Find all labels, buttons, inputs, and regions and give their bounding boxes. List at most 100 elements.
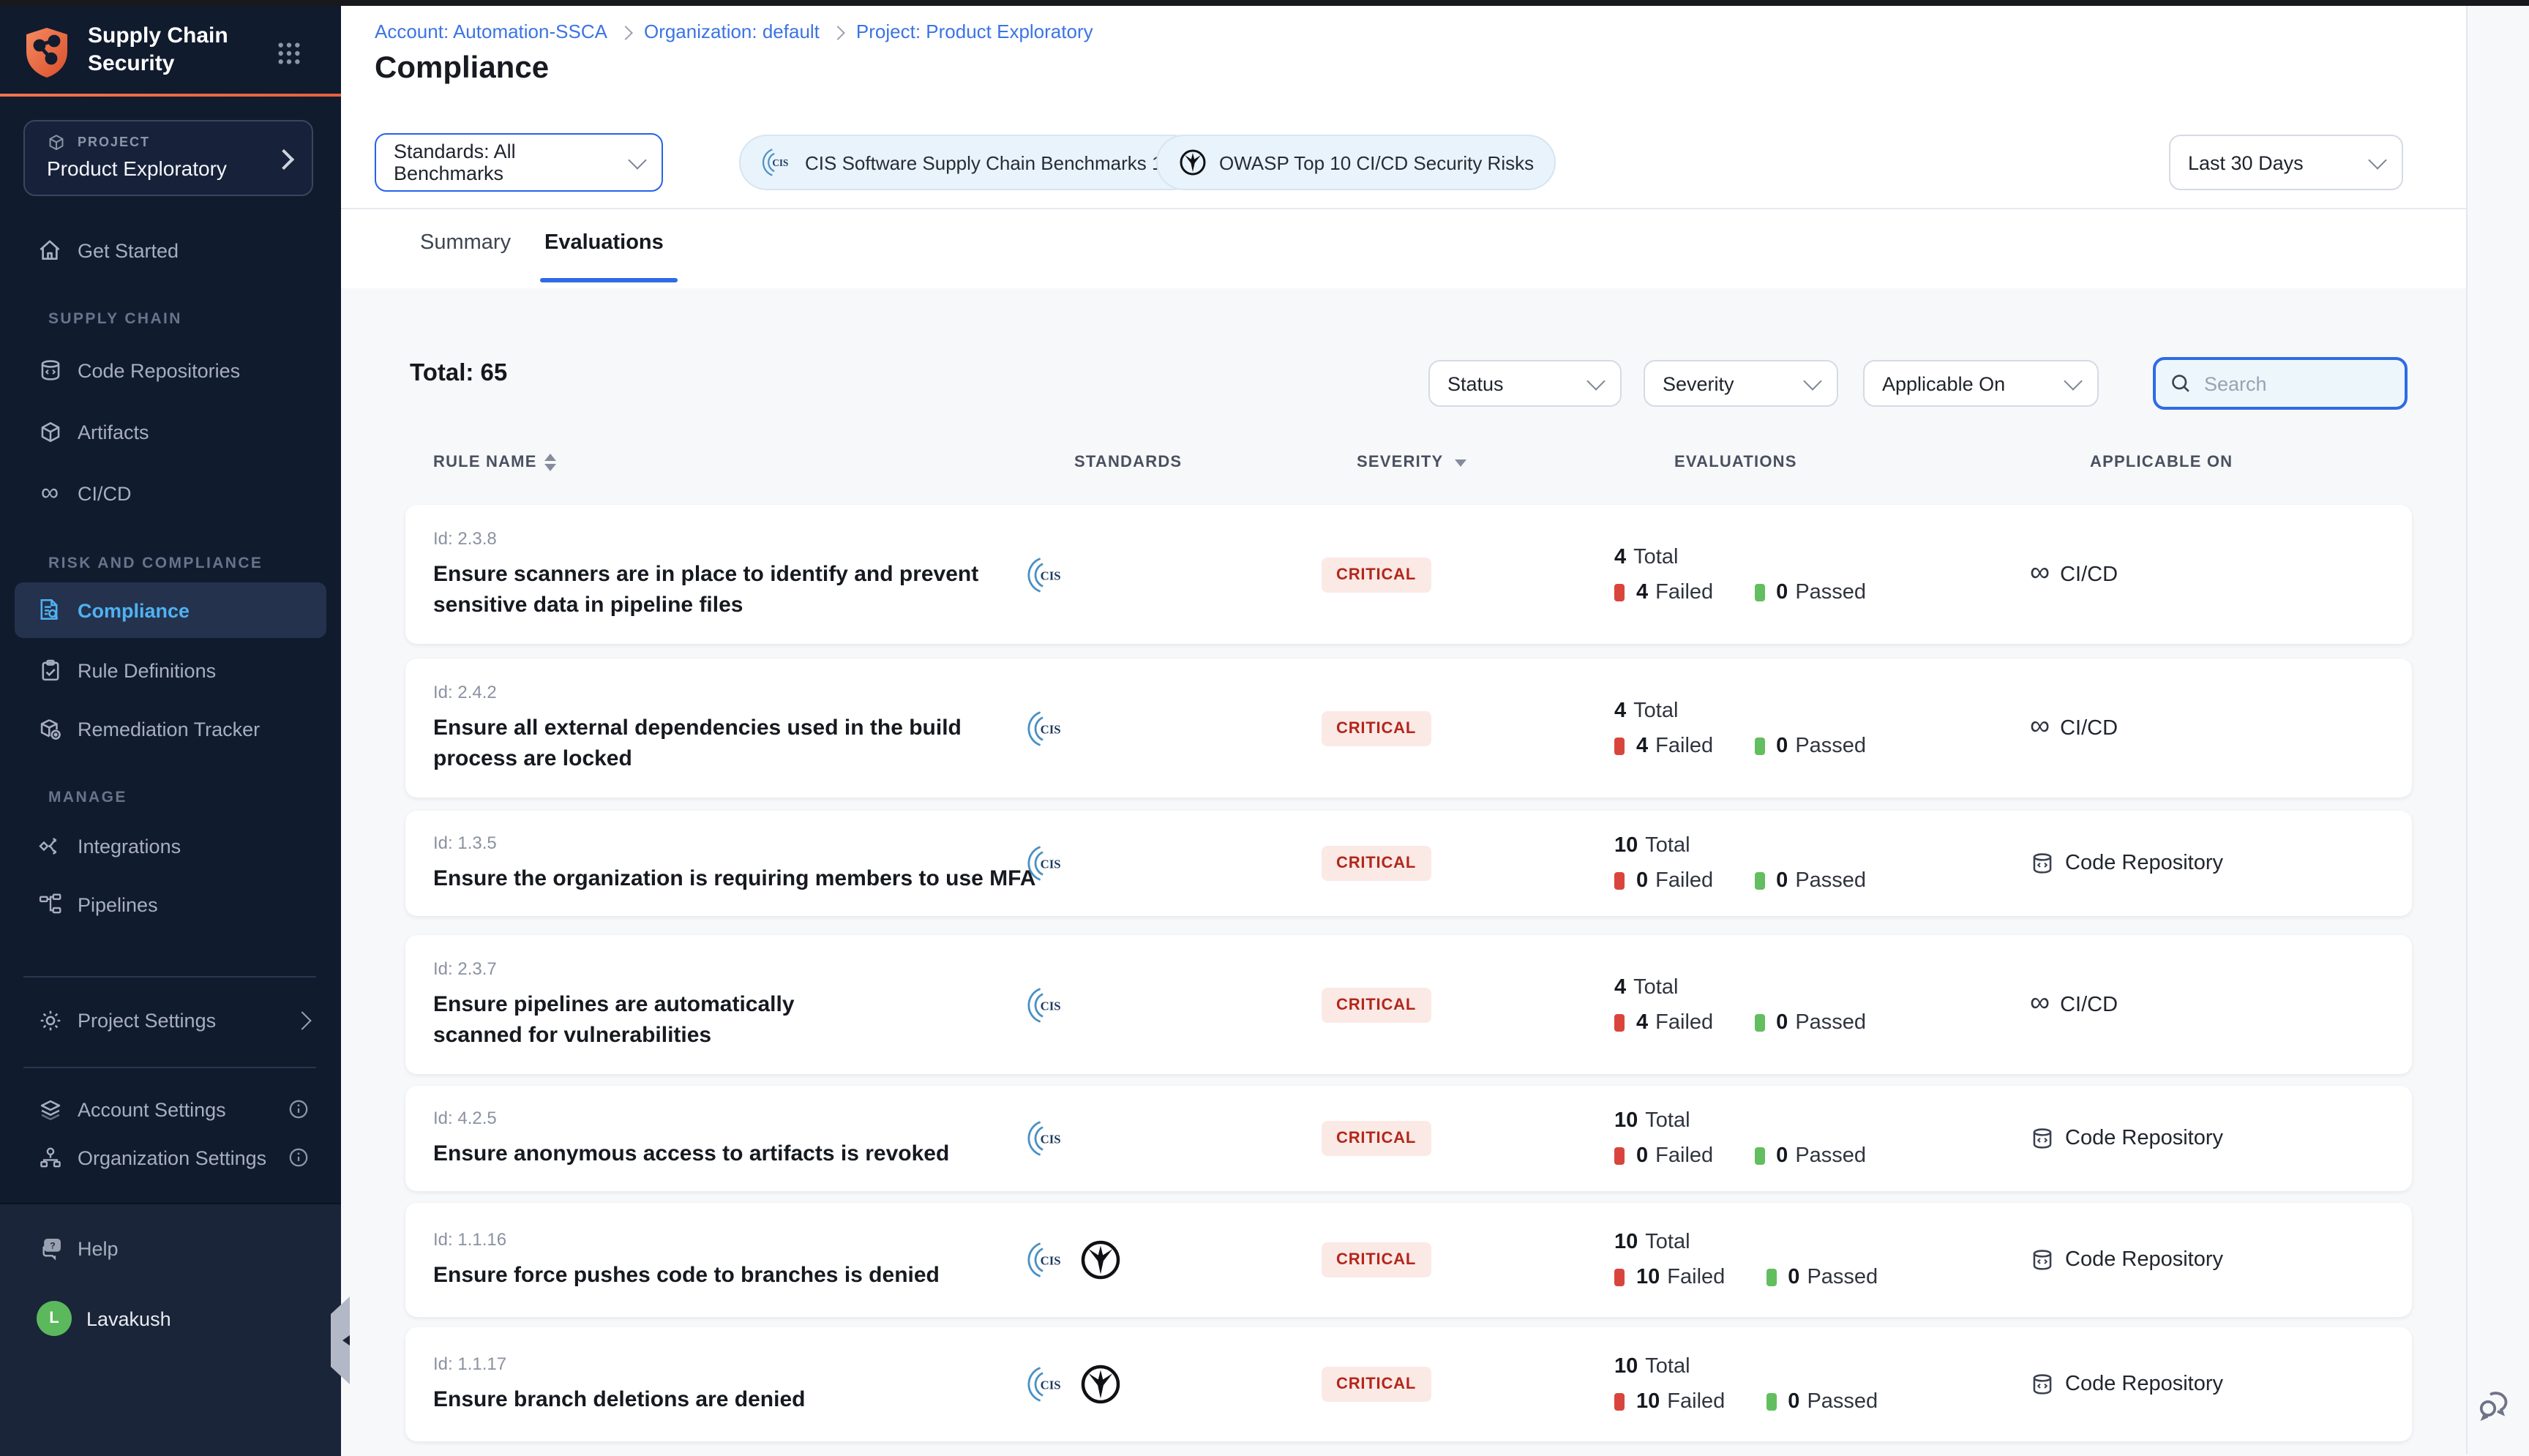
sidebar-item-code-repositories[interactable]: Code Repositories (0, 345, 341, 395)
pipelines-icon (37, 891, 63, 917)
table-row[interactable]: Id: 1.1.16Ensure force pushes code to br… (405, 1203, 2412, 1317)
severity-badge: CRITICAL (1322, 1242, 1431, 1277)
sidebar-user[interactable]: L Lavakush (0, 1294, 341, 1343)
search-icon (2170, 373, 2191, 394)
failed-chip (1614, 1147, 1625, 1165)
sidebar-item-label: Compliance (78, 599, 190, 621)
column-header-standards: STANDARDS (1074, 454, 1182, 471)
cis-icon (1026, 1239, 1067, 1280)
chevron-right-icon (293, 1010, 311, 1029)
chevron-down-icon (1586, 371, 1605, 389)
avatar: L (37, 1301, 72, 1336)
search-input[interactable] (2201, 371, 2383, 396)
sidebar-item-pipelines[interactable]: Pipelines (0, 879, 341, 929)
sidebar-divider (23, 976, 316, 977)
failed-chip (1614, 583, 1625, 601)
artifacts-box-icon (37, 419, 63, 445)
sidebar-section-manage: MANAGE (48, 789, 127, 806)
owasp-chip[interactable]: OWASP Top 10 CI/CD Security Risks (1156, 135, 1556, 190)
rule-name: Ensure branch deletions are denied (433, 1384, 806, 1415)
passed-chip (1766, 1269, 1776, 1286)
sidebar-item-label: Account Settings (78, 1098, 226, 1120)
cis-icon (1026, 843, 1067, 884)
column-header-rule-name[interactable]: RULE NAME (433, 454, 556, 471)
cis-icon (1026, 554, 1067, 595)
applicable-on-cell: ∞CI/CD (2030, 935, 2118, 1074)
severity-filter-label: Severity (1663, 372, 1734, 394)
rule-id: Id: 4.2.5 (433, 1108, 949, 1128)
support-chat-icon[interactable] (2476, 1384, 2514, 1422)
info-icon (288, 1147, 309, 1168)
severity-filter-dropdown[interactable]: Severity (1644, 360, 1838, 407)
apps-grid-icon[interactable] (277, 41, 301, 66)
app-window: Supply Chain Security PROJECT Product Ex… (0, 0, 2529, 1455)
status-filter-dropdown[interactable]: Status (1428, 360, 1622, 407)
chip-label: CIS Software Supply Chain Benchmarks 1.0 (805, 151, 1178, 173)
remediation-box-icon (37, 716, 63, 742)
evaluations-cell: 4Total 4Failed0Passed (1614, 658, 1866, 798)
standards-filter-value: Standards: All Benchmarks (394, 140, 631, 184)
table-row[interactable]: Id: 4.2.5Ensure anonymous access to arti… (405, 1086, 2412, 1191)
column-header-severity[interactable]: SEVERITY (1357, 454, 1466, 471)
rule-id: Id: 2.4.2 (433, 682, 1007, 702)
sidebar-item-rule-definitions[interactable]: Rule Definitions (0, 645, 341, 695)
sidebar-item-integrations[interactable]: Integrations (0, 821, 341, 871)
cis-benchmark-chip[interactable]: CIS Software Supply Chain Benchmarks 1.0 (739, 135, 1200, 190)
breadcrumb-organization-link[interactable]: Organization: default (644, 20, 820, 42)
sidebar-item-organization-settings[interactable]: Organization Settings (0, 1133, 341, 1182)
table-row[interactable]: Id: 2.3.7Ensure pipelines are automatica… (405, 935, 2412, 1074)
code-repository-icon (2030, 1247, 2055, 1272)
severity-badge: CRITICAL (1322, 846, 1431, 881)
sidebar-item-label: Help (78, 1237, 119, 1259)
table-row[interactable]: Id: 1.3.5Ensure the organization is requ… (405, 811, 2412, 916)
sort-icon[interactable] (544, 454, 556, 471)
standards-filter-dropdown[interactable]: Standards: All Benchmarks (375, 133, 663, 192)
status-filter-label: Status (1447, 372, 1504, 394)
project-name: Product Exploratory (47, 157, 227, 180)
sidebar-item-label: Integrations (78, 835, 181, 857)
cis-icon (1026, 1364, 1067, 1405)
column-label: EVALUATIONS (1674, 454, 1797, 471)
column-label: SEVERITY (1357, 454, 1443, 471)
sidebar-item-help[interactable]: ? Help (0, 1223, 341, 1273)
sidebar-item-artifacts[interactable]: Artifacts (0, 407, 341, 457)
breadcrumb-account-link[interactable]: Account: Automation-SSCA (375, 20, 607, 42)
sidebar-item-get-started[interactable]: Get Started (0, 225, 341, 275)
code-repository-icon (2030, 851, 2055, 876)
cis-icon (1026, 1118, 1067, 1159)
total-count: Total: 65 (410, 360, 507, 388)
app-title: Supply Chain Security (88, 22, 278, 78)
tab-summary[interactable]: Summary (420, 231, 511, 255)
failed-chip (1614, 1269, 1625, 1286)
brand-accent-line (0, 94, 341, 97)
owasp-icon (1079, 1362, 1123, 1406)
breadcrumb-project-link[interactable]: Project: Product Exploratory (856, 20, 1093, 42)
sidebar-item-remediation-tracker[interactable]: Remediation Tracker (0, 704, 341, 754)
sidebar-item-cicd[interactable]: ∞ CI/CD (0, 468, 341, 518)
sidebar-divider (23, 1067, 316, 1068)
header-divider (341, 208, 2466, 209)
table-row[interactable]: Id: 1.1.17 Ensure branch deletions are de… (405, 1327, 2412, 1441)
severity-badge: CRITICAL (1322, 710, 1431, 746)
sidebar-bottom-bar: ? Help L Lavakush (0, 1203, 341, 1456)
passed-chip (1754, 872, 1764, 890)
sidebar-item-account-settings[interactable]: Account Settings (0, 1084, 341, 1134)
search-box[interactable] (2153, 357, 2408, 410)
rule-id: Id: 2.3.8 (433, 528, 1007, 549)
failed-chip (1614, 1393, 1625, 1411)
tab-evaluations[interactable]: Evaluations (544, 231, 664, 255)
sort-desc-icon[interactable] (1455, 459, 1466, 466)
sidebar-item-project-settings[interactable]: Project Settings (0, 995, 341, 1045)
rule-id: Id: 1.1.17 (433, 1354, 806, 1374)
project-label: PROJECT (78, 135, 150, 149)
project-selector[interactable]: PROJECT Product Exploratory (23, 120, 313, 196)
column-header-applicable-on: APPLICABLE ON (2090, 454, 2233, 471)
table-row[interactable]: Id: 2.3.8Ensure scanners are in place to… (405, 505, 2412, 644)
date-range-dropdown[interactable]: Last 30 Days (2169, 135, 2403, 190)
severity-badge: CRITICAL (1322, 1121, 1431, 1156)
infinity-icon: ∞ (37, 480, 63, 506)
table-row[interactable]: Id: 2.4.2Ensure all external dependencie… (405, 658, 2412, 798)
sidebar-item-label: Organization Settings (78, 1147, 266, 1168)
sidebar-item-compliance[interactable]: Compliance (15, 582, 326, 638)
applicable-on-filter-dropdown[interactable]: Applicable On (1863, 360, 2099, 407)
